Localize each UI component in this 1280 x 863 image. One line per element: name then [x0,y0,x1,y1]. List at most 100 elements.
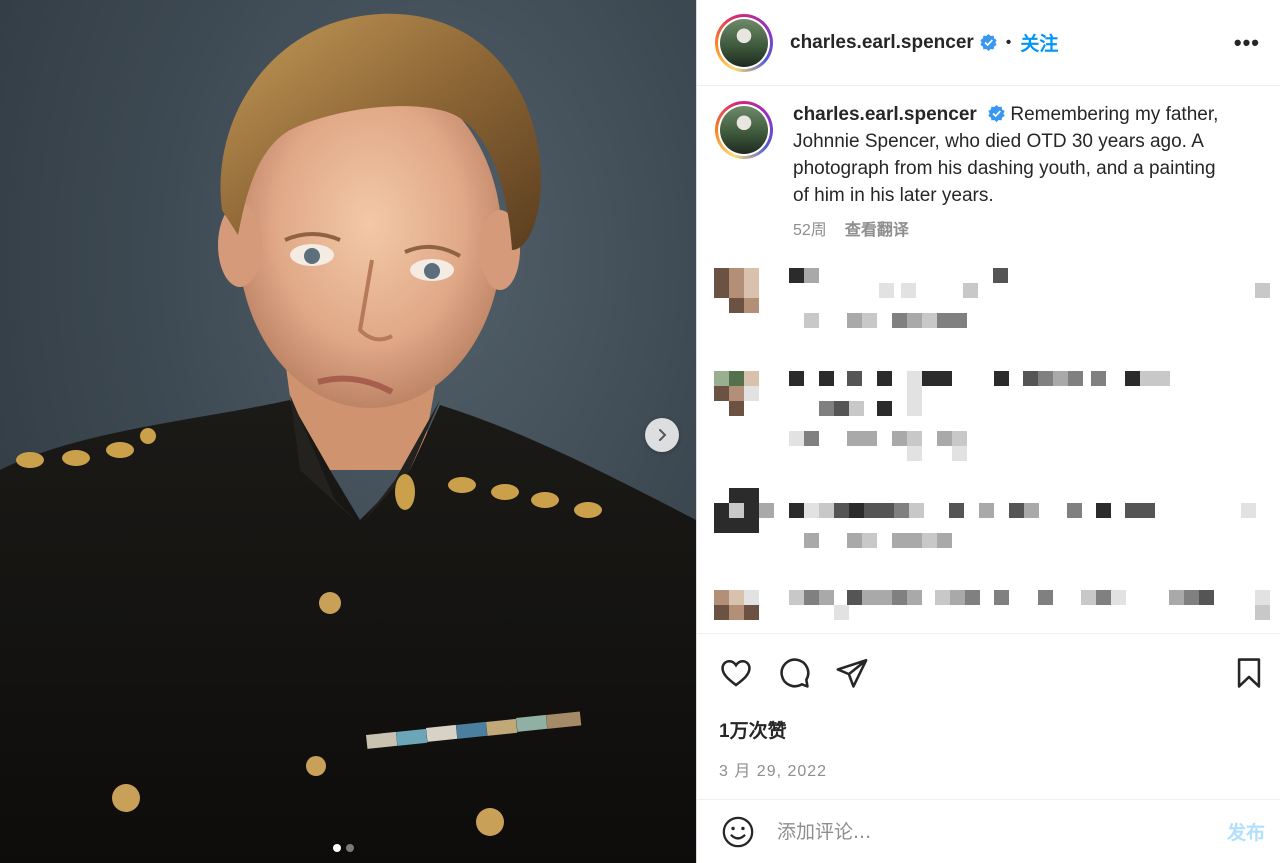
obscured-pixel-7 [714,283,729,298]
obscured-pixel-110 [965,590,980,605]
carousel-next-button[interactable] [645,418,679,452]
obscured-pixel-124 [1255,605,1270,620]
obscured-pixel-99 [744,590,759,605]
obscured-pixel-68 [759,503,774,518]
obscured-pixel-66 [729,503,744,518]
obscured-pixel-46 [907,386,922,401]
post-comment-button[interactable]: 发布 [1227,818,1265,845]
obscured-pixel-115 [1111,590,1126,605]
obscured-pixel-63 [729,488,744,503]
obscured-pixel-81 [1024,503,1039,518]
obscured-pixel-50 [849,401,864,416]
emoji-icon[interactable] [721,815,755,849]
obscured-pixel-32 [922,371,937,386]
obscured-pixel-41 [1140,371,1155,386]
obscured-pixel-8 [729,283,744,298]
obscured-pixel-56 [862,431,877,446]
obscured-pixel-85 [1140,503,1155,518]
share-button[interactable] [835,656,869,690]
obscured-pixel-55 [847,431,862,446]
obscured-pixel-19 [892,313,907,328]
chevron-right-icon [659,429,667,441]
obscured-pixel-33 [937,371,952,386]
obscured-pixel-101 [804,590,819,605]
obscured-pixel-78 [949,503,964,518]
action-bar [697,634,1280,712]
obscured-pixel-13 [1255,283,1270,298]
obscured-pixel-95 [922,533,937,548]
obscured-pixel-102 [819,590,834,605]
post-date[interactable]: 3 月 29, 2022 [697,757,1280,781]
obscured-pixel-35 [1023,371,1038,386]
obscured-pixel-20 [907,313,922,328]
obscured-pixel-105 [877,590,892,605]
more-options-icon[interactable]: ••• [1234,30,1260,56]
avatar-frame [718,16,770,69]
post-media [0,0,696,863]
obscured-pixel-60 [952,431,967,446]
post-details-panel: charles.earl.spencer • 关注 ••• charles.ea… [696,0,1280,863]
verified-badge-icon [980,34,997,51]
avatar-image [720,18,768,67]
obscured-pixel-29 [847,371,862,386]
obscured-pixel-106 [892,590,907,605]
obscured-pixel-92 [862,533,877,548]
obscured-pixel-122 [744,605,759,620]
obscured-pixel-114 [1096,590,1111,605]
obscured-pixel-53 [789,431,804,446]
portrait-photo [0,13,696,863]
obscured-pixel-5 [804,268,819,283]
comments-section: charles.earl.spencer Remembering my fath… [697,86,1280,634]
obscured-pixel-52 [907,401,922,416]
obscured-pixel-86 [1241,503,1256,518]
obscured-pixel-108 [935,590,950,605]
obscured-pixel-9 [744,283,759,298]
avatar[interactable] [715,13,773,72]
obscured-pixel-121 [729,605,744,620]
obscured-pixel-61 [907,446,922,461]
instagram-post-view: charles.earl.spencer • 关注 ••• charles.ea… [0,0,1280,863]
obscured-pixel-94 [907,533,922,548]
header-username[interactable]: charles.earl.spencer [790,32,974,54]
obscured-comments [697,86,1280,633]
obscured-pixel-72 [834,503,849,518]
obscured-pixel-17 [847,313,862,328]
obscured-pixel-11 [901,283,916,298]
obscured-pixel-100 [789,590,804,605]
obscured-pixel-49 [834,401,849,416]
obscured-pixel-12 [963,283,978,298]
obscured-pixel-103 [847,590,862,605]
obscured-pixel-6 [993,268,1008,283]
obscured-pixel-44 [729,386,744,401]
obscured-pixel-59 [937,431,952,446]
obscured-pixel-36 [1038,371,1053,386]
like-button[interactable] [719,656,753,690]
obscured-pixel-51 [877,401,892,416]
like-count[interactable]: 1万次赞 [697,716,1280,743]
obscured-pixel-109 [950,590,965,605]
obscured-pixel-30 [877,371,892,386]
obscured-pixel-90 [804,533,819,548]
obscured-pixel-54 [804,431,819,446]
obscured-pixel-21 [922,313,937,328]
obscured-pixel-93 [892,533,907,548]
obscured-pixel-62 [952,446,967,461]
heart-icon [721,659,751,687]
obscured-pixel-77 [909,503,924,518]
obscured-pixel-83 [1096,503,1111,518]
obscured-pixel-43 [714,386,729,401]
save-button[interactable] [1232,656,1266,690]
obscured-pixel-28 [819,371,834,386]
comment-button[interactable] [777,656,811,690]
obscured-pixel-39 [1091,371,1106,386]
follow-button[interactable]: 关注 [1020,29,1058,56]
obscured-pixel-116 [1169,590,1184,605]
obscured-pixel-16 [804,313,819,328]
carousel-indicator [333,844,354,852]
obscured-pixel-79 [979,503,994,518]
obscured-pixel-38 [1068,371,1083,386]
obscured-pixel-96 [937,533,952,548]
share-icon [836,658,868,688]
comment-input[interactable] [777,820,1227,843]
obscured-pixel-18 [862,313,877,328]
